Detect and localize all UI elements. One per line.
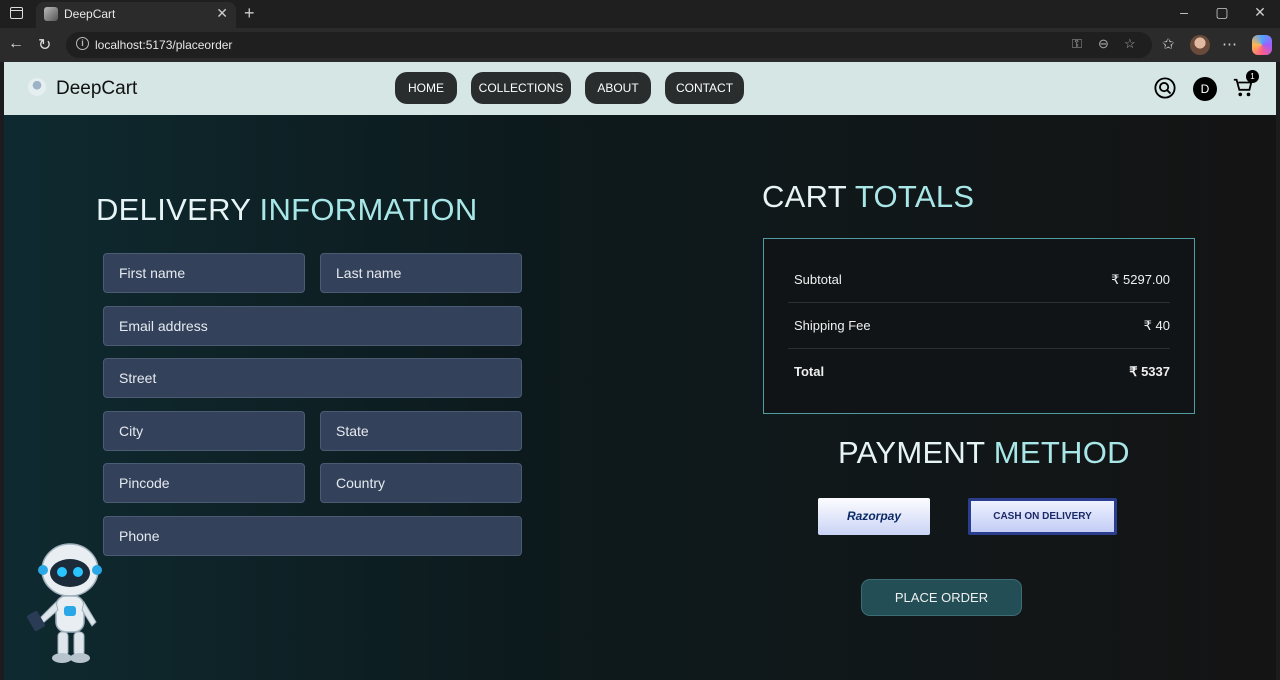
close-window-icon[interactable]: ✕	[1250, 4, 1270, 21]
state-field[interactable]: State	[320, 411, 522, 451]
delivery-heading-part1: DELIVERY	[96, 192, 251, 227]
subtotal-value: ₹ 5297.00	[1111, 272, 1170, 287]
browser-titlebar: DeepCart ✕ + – ▢ ✕	[0, 0, 1280, 28]
key-icon[interactable]: ⚿	[1072, 36, 1082, 52]
razorpay-button[interactable]: Razorpay	[818, 498, 930, 535]
subtotal-row: Subtotal ₹ 5297.00	[788, 257, 1170, 303]
last-name-field[interactable]: Last name	[320, 253, 522, 293]
delivery-heading-part2: INFORMATION	[259, 192, 478, 227]
city-field[interactable]: City	[103, 411, 305, 451]
first-name-field[interactable]: First name	[103, 253, 305, 293]
site-info-icon[interactable]: i	[76, 37, 89, 50]
copilot-icon[interactable]	[1252, 35, 1272, 55]
shipping-row: Shipping Fee ₹ 40	[788, 303, 1170, 349]
cash-on-delivery-button[interactable]: CASH ON DELIVERY	[968, 498, 1117, 535]
razorpay-logo-text: Razorpay	[846, 509, 902, 523]
delivery-heading: DELIVERY INFORMATION	[96, 192, 478, 228]
place-order-button[interactable]: PLACE ORDER	[861, 579, 1022, 616]
cart-heading-part1: CART	[762, 179, 847, 214]
page-viewport: DeepCart HOME COLLECTIONS ABOUT CONTACT …	[4, 62, 1276, 680]
url-text[interactable]: localhost:5173/placeorder	[95, 38, 232, 52]
nav-home[interactable]: HOME	[395, 72, 457, 104]
shipping-label: Shipping Fee	[794, 318, 871, 333]
country-field[interactable]: Country	[320, 463, 522, 503]
more-menu-icon[interactable]: ⋯	[1222, 35, 1237, 53]
site-navbar: DeepCart HOME COLLECTIONS ABOUT CONTACT …	[4, 62, 1276, 115]
favorites-icon[interactable]: ✩	[1162, 35, 1175, 53]
pincode-field[interactable]: Pincode	[103, 463, 305, 503]
cart-totals-box: Subtotal ₹ 5297.00 Shipping Fee ₹ 40 Tot…	[763, 238, 1195, 414]
total-label: Total	[794, 364, 825, 379]
favicon-icon	[44, 7, 58, 21]
brand-name[interactable]: DeepCart	[56, 78, 137, 100]
maximize-icon[interactable]: ▢	[1212, 4, 1232, 21]
cart-heading-part2: TOTALS	[854, 179, 975, 214]
search-icon[interactable]	[1154, 77, 1176, 99]
back-icon[interactable]: ←	[8, 35, 24, 53]
address-bar[interactable]: i localhost:5173/placeorder ⚿ ⊖ ☆	[66, 32, 1152, 58]
zoom-icon[interactable]: ⊖	[1098, 36, 1109, 52]
email-field[interactable]: Email address	[103, 306, 522, 346]
cart-count-badge: 1	[1246, 70, 1259, 83]
browser-toolbar: ← ↻ i localhost:5173/placeorder ⚿ ⊖ ☆ ✩ …	[0, 28, 1280, 62]
profile-avatar[interactable]	[1190, 35, 1210, 55]
payment-heading: PAYMENT METHOD	[838, 435, 1130, 471]
reload-icon[interactable]: ↻	[38, 35, 51, 55]
tab-title: DeepCart	[64, 7, 116, 21]
robot-assistant-icon[interactable]	[26, 540, 106, 664]
new-tab-icon[interactable]: +	[244, 3, 255, 24]
cart-totals-heading: CART TOTALS	[762, 179, 974, 215]
favorite-star-icon[interactable]: ☆	[1124, 36, 1136, 52]
subtotal-label: Subtotal	[794, 272, 842, 287]
shipping-value: ₹ 40	[1143, 318, 1170, 333]
payment-heading-part1: PAYMENT	[838, 435, 985, 470]
window-menu-icon[interactable]	[10, 7, 23, 19]
close-tab-icon[interactable]: ✕	[216, 5, 228, 22]
total-value: ₹ 5337	[1129, 364, 1170, 379]
nav-about[interactable]: ABOUT	[585, 72, 651, 104]
total-row: Total ₹ 5337	[788, 349, 1170, 395]
user-avatar[interactable]: D	[1193, 77, 1217, 101]
nav-contact[interactable]: CONTACT	[665, 72, 744, 104]
payment-heading-part2: METHOD	[993, 435, 1130, 470]
street-field[interactable]: Street	[103, 358, 522, 398]
brand-logo-icon[interactable]	[28, 78, 46, 96]
nav-collections[interactable]: COLLECTIONS	[471, 72, 571, 104]
phone-field[interactable]: Phone	[103, 516, 522, 556]
browser-tab[interactable]: DeepCart ✕	[36, 2, 236, 28]
minimize-icon[interactable]: –	[1174, 4, 1194, 20]
